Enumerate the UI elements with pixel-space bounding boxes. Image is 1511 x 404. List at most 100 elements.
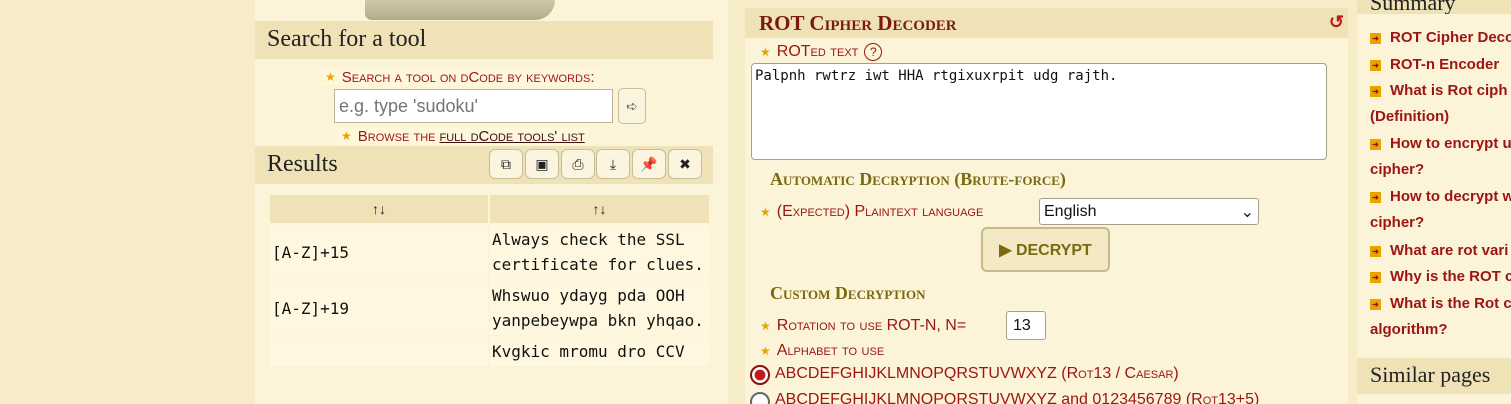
summary-link-text: ROT-n Encoder (1390, 56, 1500, 73)
table-row: Kvgkic mromu dro CCV (270, 337, 709, 366)
close-icon: ✖ (679, 155, 691, 172)
rotation-label: ★ Rotation to use ROT-N, N= (760, 317, 966, 335)
image-button[interactable]: ▣ (525, 149, 559, 179)
star-icon: ★ (341, 129, 352, 143)
result-value: Kvgkic mromu dro CCV (490, 337, 709, 366)
summary-panel: Summary ➜ ROT Cipher Deco ➜ ROT-n Encoder … (1357, 0, 1511, 404)
decoder-panel: ROT Cipher Decoder ↺ ★ ROTed text ? Palp… (745, 8, 1348, 404)
similar-pages-title: Similar pages (1370, 362, 1491, 387)
search-input[interactable] (334, 89, 613, 123)
star-icon: ★ (760, 344, 771, 358)
copy-button[interactable]: ⧉ (489, 149, 523, 179)
arrow-bullet-icon: ➜ (1370, 271, 1381, 283)
decoder-title: ROT Cipher Decoder (759, 11, 957, 35)
language-label-text: (Expected) Plaintext language (776, 203, 984, 220)
arrow-bullet-icon: ➜ (1370, 245, 1381, 257)
summary-link-text: (Definition) (1370, 108, 1450, 125)
summary-link[interactable]: ➜ Why is the ROT c (1370, 264, 1511, 290)
arrow-bullet-icon: ➜ (1370, 32, 1381, 44)
custom-decryption-title: Custom Decryption (770, 283, 926, 303)
alphabet-option-1-text: ABCDEFGHIJKLMNOPQRSTUVWXYZ (775, 365, 1057, 382)
summary-link[interactable]: ➜ How to encrypt u cipher? (1370, 131, 1511, 183)
help-icon[interactable]: ? (864, 43, 883, 61)
browse-prefix: Browse the (357, 127, 436, 145)
arrow-bullet-icon: ➜ (1370, 138, 1381, 150)
result-value: Always check the SSL certificate for clu… (490, 225, 709, 279)
roted-text-label: ★ ROTed text ? (760, 43, 883, 61)
language-select[interactable]: English ⌄ (1039, 198, 1259, 225)
pin-icon: 📌 (640, 155, 658, 172)
search-panel-title: Search for a tool (267, 26, 427, 52)
results-header-row: ↑↓ ↑↓ (270, 195, 709, 223)
auto-decryption-title: Automatic Decryption (Brute-force) (770, 169, 1066, 189)
star-icon: ★ (325, 70, 336, 84)
search-go-button[interactable]: ➪ (618, 88, 646, 124)
roted-text-label-text: ROTed text (776, 43, 859, 60)
arrow-bullet-icon: ➜ (1370, 59, 1381, 71)
alphabet-option-2-text: ABCDEFGHIJKLMNOPQRSTUVWXYZ and 012345678… (775, 391, 1182, 404)
summary-link[interactable]: ➜ What is the Rot c algorithm? (1370, 291, 1511, 343)
search-label: ★ Search a tool on dCode by keywords: (319, 68, 599, 86)
browse-tools-link[interactable]: full dCode tools' list (440, 128, 585, 145)
similar-pages-header: Similar pages (1357, 358, 1511, 394)
summary-link[interactable]: ➜ What is Rot ciph (Definition) (1370, 78, 1511, 130)
rotation-input[interactable]: 13 (1006, 311, 1046, 340)
arrow-go-icon: ➪ (626, 97, 638, 114)
browse-link-row: ★ Browse the full dCode tools' list (335, 127, 589, 145)
arrow-bullet-icon: ➜ (1370, 298, 1381, 310)
star-icon: ★ (760, 45, 771, 59)
print-button[interactable]: ⎙ (561, 149, 595, 179)
close-button[interactable]: ✖ (668, 149, 702, 179)
summary-header: Summary (1357, 0, 1511, 14)
summary-link-text: How to encrypt u (1390, 135, 1511, 152)
summary-link-text: algorithm? (1370, 321, 1448, 338)
decrypt-button[interactable]: ▶ DECRYPT (981, 227, 1110, 272)
rotation-label-text: Rotation to use ROT-N, N= (776, 317, 967, 334)
summary-link[interactable]: ➜ ROT Cipher Deco (1370, 25, 1511, 51)
summary-link-text: ROT Cipher Deco (1390, 29, 1511, 46)
summary-link-text: cipher? (1370, 214, 1425, 231)
download-button[interactable]: ⤓ (596, 149, 630, 179)
table-row: [A-Z]+19 Whswuo ydayg pda OOH yanpebeywp… (270, 281, 709, 335)
summary-link[interactable]: ➜ What are rot vari (1370, 238, 1511, 264)
refresh-icon[interactable]: ↺ (1329, 12, 1344, 33)
pin-button[interactable]: 📌 (632, 149, 666, 179)
star-icon: ★ (760, 205, 771, 219)
search-label-text: Search a tool on dCode by keywords: (341, 68, 595, 86)
print-icon: ⎙ (572, 155, 584, 172)
decoder-header: ROT Cipher Decoder ↺ (745, 8, 1348, 38)
summary-link[interactable]: ➜ ROT-n Encoder (1370, 52, 1511, 78)
language-select-value: English (1044, 202, 1097, 220)
arrow-bullet-icon: ➜ (1370, 85, 1381, 97)
summary-link-text: cipher? (1370, 161, 1425, 178)
result-key: [A-Z]+15 (270, 225, 488, 279)
result-key: [A-Z]+19 (270, 281, 488, 335)
summary-link-text: What is the Rot c (1390, 295, 1511, 312)
left-column: Search for a tool ★ Search a tool on dCo… (255, 0, 728, 404)
star-icon: ★ (760, 319, 771, 333)
arrow-bullet-icon: ➜ (1370, 191, 1381, 203)
alphabet-option-1-tag: (Rot13 / Caesar) (1061, 365, 1179, 382)
alphabet-option-2-tag: (Rot13+5) (1185, 391, 1260, 404)
results-panel-title: Results (267, 151, 338, 177)
chevron-down-icon: ⌄ (1240, 203, 1254, 221)
alphabet-label-text: Alphabet to use (776, 342, 885, 359)
alphabet-label: ★ Alphabet to use (760, 342, 884, 360)
sort-column-2[interactable]: ↑↓ (490, 195, 709, 223)
alphabet-option-1[interactable]: ABCDEFGHIJKLMNOPQRSTUVWXYZ (Rot13 / Caes… (775, 365, 1179, 383)
copy-icon: ⧉ (501, 155, 511, 172)
result-key (270, 337, 488, 366)
summary-link-text: Why is the ROT c (1390, 268, 1511, 285)
sort-column-1[interactable]: ↑↓ (270, 195, 488, 223)
hero-image (365, 0, 555, 20)
alphabet-option-2[interactable]: ABCDEFGHIJKLMNOPQRSTUVWXYZ and 012345678… (775, 391, 1259, 404)
summary-link-text: How to decrypt w (1390, 188, 1511, 205)
roted-text-input[interactable]: Palpnh rwtrz iwt HHA rtgixuxrpit udg raj… (751, 63, 1327, 160)
alphabet-radio-2[interactable] (750, 392, 770, 404)
result-value: Whswuo ydayg pda OOH yanpebeywpa bkn yhq… (490, 281, 709, 335)
summary-link[interactable]: ➜ How to decrypt w cipher? (1370, 184, 1511, 236)
table-row: [A-Z]+15 Always check the SSL certificat… (270, 225, 709, 279)
alphabet-radio-1[interactable] (750, 365, 770, 385)
search-panel-header: Search for a tool (255, 21, 713, 59)
results-table: ↑↓ ↑↓ [A-Z]+15 Always check the SSL cert… (268, 193, 711, 368)
